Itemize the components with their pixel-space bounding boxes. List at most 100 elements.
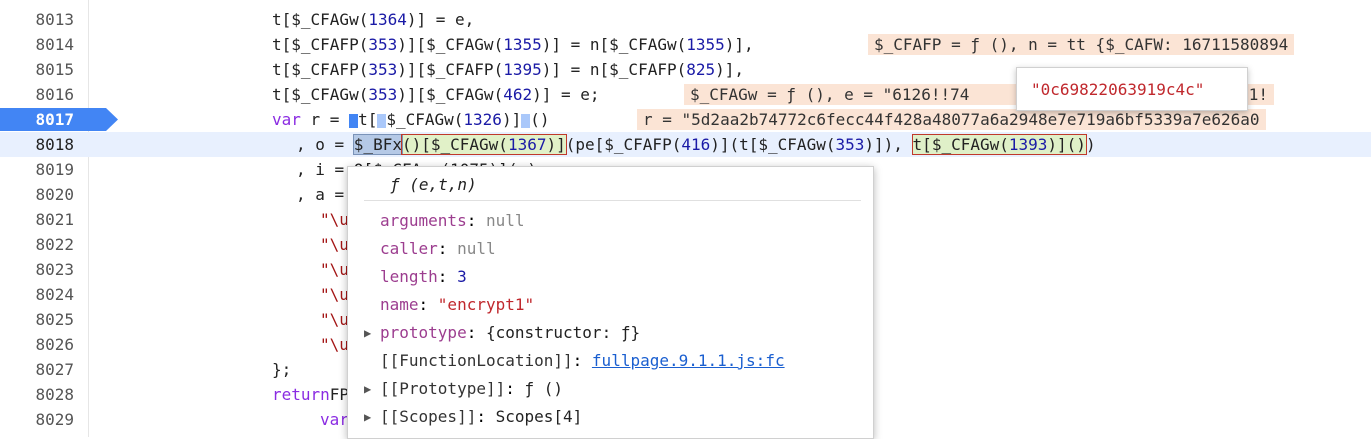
line-number[interactable]: 8022 (0, 232, 74, 257)
code-token: var r = (272, 110, 350, 129)
property-colon: : (437, 239, 458, 258)
code-token: }; (272, 360, 292, 379)
code-line[interactable]: 8014 t[$_CFAFP(353)][$_CFAGw(1355)] = n[$… (0, 32, 1371, 57)
code-number: 353 (368, 35, 398, 54)
property-row[interactable]: [[FunctionLocation]]: fullpage.9.1.1.js:… (380, 347, 785, 375)
property-colon: : (437, 267, 458, 286)
line-number[interactable]: 8019 (0, 157, 74, 182)
property-key: caller (380, 239, 438, 258)
line-number[interactable]: 8027 (0, 357, 74, 382)
property-row[interactable]: ▶ [[Scopes]]: Scopes[4] (364, 403, 583, 431)
code-token: )][$_CFAGw(1355)] = n[$_CFAGw(1355)], (397, 35, 754, 54)
line-number[interactable]: 8015 (0, 57, 74, 82)
value-tooltip: "0c69822063919c4c" (1016, 67, 1248, 111)
property-value: ƒ () (524, 379, 564, 398)
code-line[interactable]: 8013 t[$_CFAGw(1364)] = e, (0, 7, 1371, 32)
code-token: )][$_CFAGw(462)] = e; (397, 85, 600, 104)
expand-arrow-icon[interactable]: ▶ (364, 403, 371, 431)
code-text: "\u (320, 282, 349, 307)
property-value: 3 (457, 267, 467, 286)
expand-arrow-icon[interactable]: ▶ (364, 319, 371, 347)
code-number: 353 (368, 60, 398, 79)
property-colon: : (418, 295, 438, 314)
property-value: {constructor: ƒ} (485, 323, 641, 342)
property-key: arguments (380, 211, 467, 230)
code-text: "\u (320, 207, 349, 232)
code-token: (pe[$_CFAFP(416)](t[$_CFAGw(353)]), (565, 135, 913, 154)
code-token: return (272, 385, 330, 404)
property-key: length (380, 267, 438, 286)
property-colon: : (572, 351, 592, 370)
property-colon: : (466, 211, 486, 230)
highlighted-call[interactable]: t[$_CFAGw(1393)]() (911, 134, 1087, 155)
property-value: null (457, 239, 496, 258)
code-token: "\u (320, 235, 349, 254)
code-token: t[$_CFAGw( (272, 85, 369, 104)
object-preview-popup[interactable]: ƒ (e,t,n) arguments: null caller: null len… (347, 166, 874, 439)
expand-arrow-icon[interactable]: ▶ (364, 375, 371, 403)
code-token: "\u (320, 310, 349, 329)
line-number[interactable]: 8024 (0, 282, 74, 307)
line-number[interactable]: 8023 (0, 257, 74, 282)
code-text: "\u (320, 257, 349, 282)
code-token: ) (1085, 135, 1096, 154)
property-key: [[Prototype]] (380, 379, 506, 398)
code-token: )][$_CFAFP(1395)] = n[$_CFAFP(825)], (397, 60, 745, 79)
code-text: t[$_CFAFP(353)][$_CFAGw(1355)] = n[$_CFA… (272, 32, 754, 57)
code-token: t[$_CFAFP( (272, 60, 369, 79)
hovered-expression[interactable]: $_BFx (352, 134, 403, 155)
property-row[interactable]: caller: null (380, 235, 496, 263)
line-number[interactable]: 8013 (0, 7, 74, 32)
line-number[interactable]: 8025 (0, 307, 74, 332)
code-text: }; (272, 357, 291, 382)
inline-variable-value: $_CFAFP = ƒ (), n = tt {$_CAFW: 16711580… (868, 34, 1295, 55)
property-key: name (380, 295, 419, 314)
line-number[interactable]: 8014 (0, 32, 74, 57)
line-number[interactable]: 8021 (0, 207, 74, 232)
code-text: t[$_CFAGw(353)][$_CFAGw(462)] = e; (272, 82, 600, 107)
property-row[interactable]: length: 3 (380, 263, 467, 291)
property-colon: : (466, 323, 486, 342)
line-number[interactable]: 8018 (0, 132, 74, 157)
code-text: t[$_CFAFP(353)][$_CFAFP(1395)] = n[$_CFA… (272, 57, 744, 82)
property-row[interactable]: arguments: null (380, 207, 525, 235)
line-number[interactable]: 8016 (0, 82, 74, 107)
code-number: 353 (368, 85, 398, 104)
property-row[interactable]: ▶ [[Prototype]]: ƒ () (364, 375, 564, 403)
property-value: Scopes[4] (495, 407, 583, 426)
line-number[interactable]: 8028 (0, 382, 74, 407)
line-number[interactable]: 8020 (0, 182, 74, 207)
function-location-link[interactable]: fullpage.9.1.1.js:fc (592, 351, 785, 370)
highlighted-call[interactable]: ()[$_CFAGw(1367)] (400, 134, 567, 155)
code-text: t[$_CFAGw(1364)] = e, (272, 7, 474, 32)
property-row[interactable]: ▶ prototype: {constructor: ƒ} (364, 319, 641, 347)
code-token: , a = (296, 185, 354, 204)
tooltip-value: "0c69822063919c4c" (1031, 80, 1205, 99)
code-token: var (320, 410, 349, 429)
property-row[interactable]: name: "encrypt1" (380, 291, 534, 319)
code-token: "\u (320, 260, 349, 279)
property-colon: : (476, 407, 496, 426)
code-line[interactable]: 8018 , o = $_BFx()[$_CFAGw(1367)](pe[$_CF… (0, 132, 1371, 157)
code-text: , o = $_BFx()[$_CFAGw(1367)](pe[$_CFAFP(… (296, 132, 1096, 157)
code-token: "\u (320, 285, 349, 304)
step-marker-icon (377, 113, 387, 128)
property-key: [[Scopes]] (380, 407, 477, 426)
code-token: , i = (296, 160, 354, 179)
code-text: , a = (296, 182, 354, 207)
step-marker-icon (521, 113, 531, 128)
step-marker-icon (349, 113, 359, 128)
code-editor[interactable]: 8013 t[$_CFAGw(1364)] = e, 8014 t[$_CFAFP(3… (0, 0, 1371, 439)
code-number: 1364 (368, 10, 407, 29)
inline-variable-value: r = "5d2aa2b74772c6fecc44f428a48077a6a29… (637, 109, 1266, 130)
property-key: prototype (380, 323, 467, 342)
property-colon: : (505, 379, 525, 398)
line-number[interactable]: 8029 (0, 407, 74, 432)
code-token: $_CFAGw(1326)] (386, 110, 522, 129)
line-number[interactable]: 8017 (0, 107, 74, 132)
code-token: "\u (320, 335, 349, 354)
code-text: var (320, 407, 349, 432)
line-number[interactable]: 8026 (0, 332, 74, 357)
popup-divider (364, 200, 861, 201)
code-token: "\u (320, 210, 349, 229)
